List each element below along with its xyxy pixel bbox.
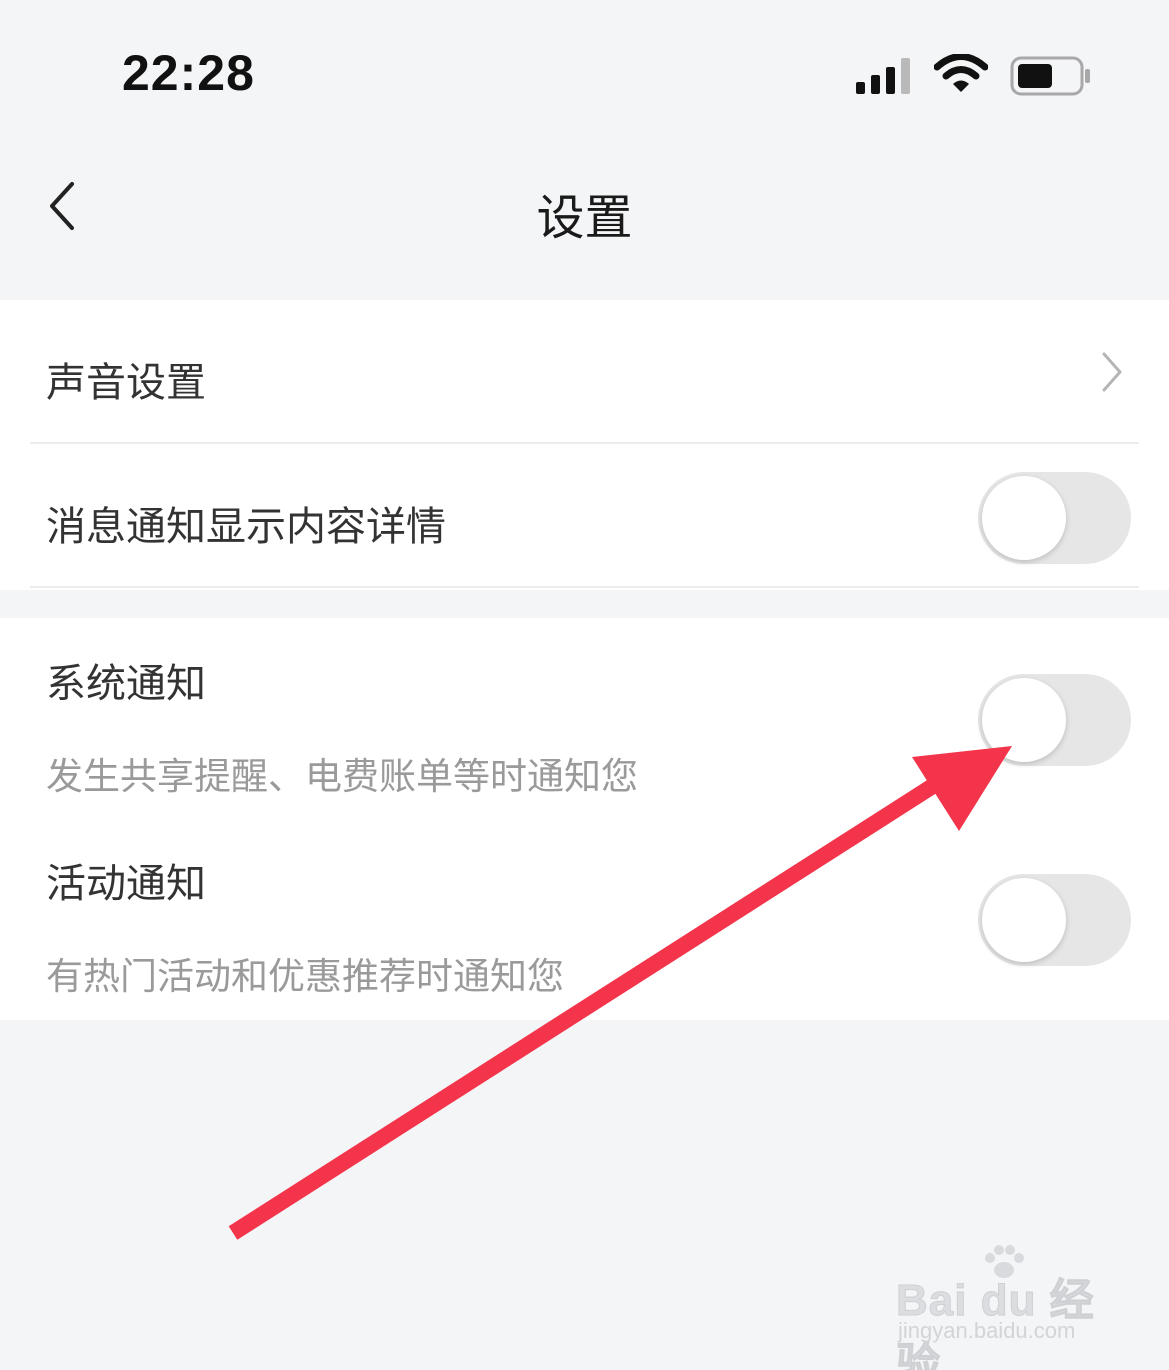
watermark-url: jingyan.baidu.com [898,1318,1076,1343]
settings-group-notifications: 系统通知 发生共享提醒、电费账单等时通知您 活动通知 有热门活动和优惠推荐时通知… [0,618,1169,1020]
page-title: 设置 [536,190,633,246]
nav-bar: 设置 [0,140,1169,300]
sound-settings-row[interactable]: 声音设置 [0,300,1169,443]
watermark-brand: Bai du 经验 [896,1276,1095,1370]
system-notification-label: 系统通知 [46,661,206,707]
chevron-right-icon [1102,352,1122,392]
message-detail-row: 消息通知显示内容详情 [0,444,1169,587]
toggle-knob [982,476,1066,560]
wifi-icon [933,53,989,98]
activity-notification-toggle[interactable] [978,874,1131,966]
message-detail-label: 消息通知显示内容详情 [46,504,446,550]
settings-group-general: 声音设置 消息通知显示内容详情 [0,300,1169,590]
baidu-watermark: Bai du 经验 jingyan.baidu.com [896,1240,1116,1370]
row-divider [30,586,1139,588]
status-time: 22:28 [122,45,255,101]
toggle-knob [982,878,1066,962]
sound-settings-label: 声音设置 [46,360,206,406]
system-notification-subtitle: 发生共享提醒、电费账单等时通知您 [46,755,638,798]
battery-icon [1010,56,1092,100]
message-detail-toggle[interactable] [978,472,1131,564]
activity-notification-label: 活动通知 [46,861,206,907]
status-bar: 22:28 [0,0,1169,140]
system-notification-toggle[interactable] [978,674,1131,766]
toggle-knob [982,678,1066,762]
activity-notification-subtitle: 有热门活动和优惠推荐时通知您 [46,955,564,998]
activity-notification-row: 活动通知 有热门活动和优惠推荐时通知您 [0,818,1169,1020]
signal-icon [856,56,914,98]
system-notification-row: 系统通知 发生共享提醒、电费账单等时通知您 [0,618,1169,818]
